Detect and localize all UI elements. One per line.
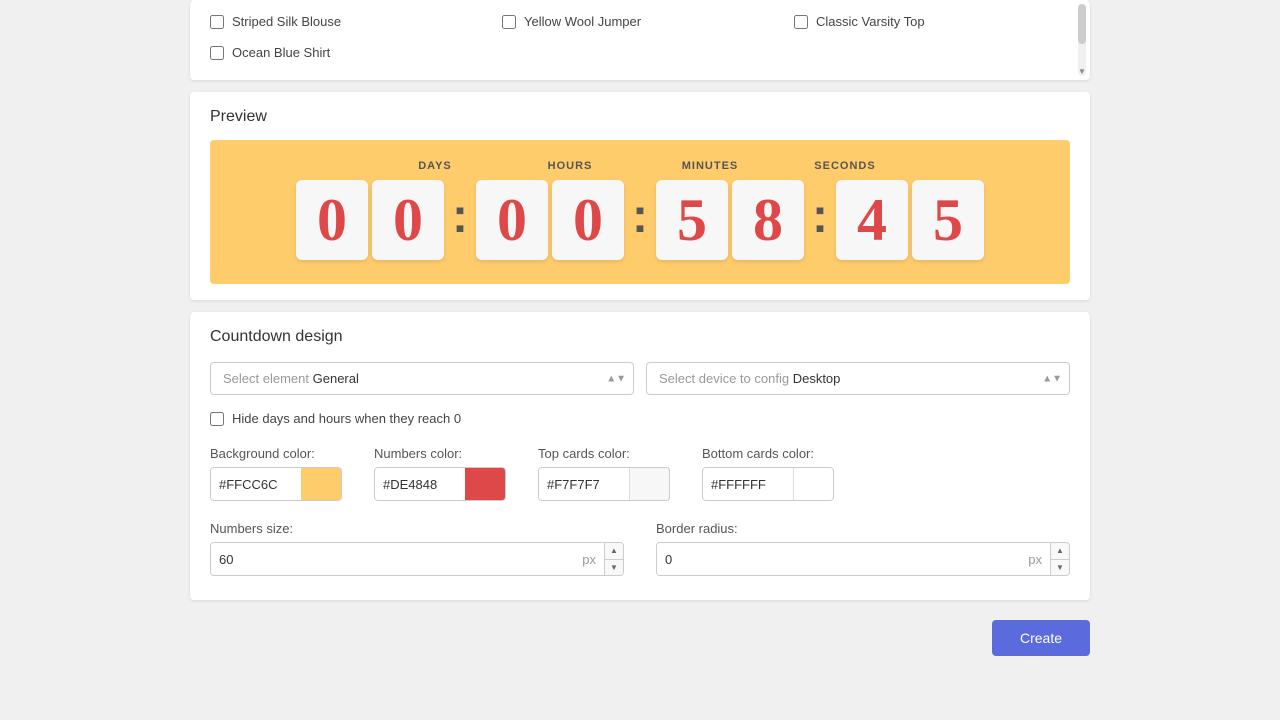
separator-hours-minutes: : [632,189,648,252]
product-checkbox-yellow-wool-jumper[interactable] [502,15,516,29]
scrollbar-thumb[interactable] [1078,4,1086,44]
top-cards-color-field: Top cards color: [538,446,670,501]
digit-days-ones: 0 [372,180,444,260]
bottom-cards-color-input[interactable] [703,468,793,500]
background-color-label: Background color: [210,446,342,461]
hide-days-row: Hide days and hours when they reach 0 [210,411,1070,426]
top-cards-color-input-group [538,467,670,501]
create-button[interactable]: Create [992,620,1090,656]
hide-days-label: Hide days and hours when they reach 0 [232,411,461,426]
numbers-size-spinners: ▲ ▼ [604,543,623,575]
border-radius-up[interactable]: ▲ [1051,543,1069,560]
numbers-size-unit: px [574,552,604,567]
seconds-label: SECONDS [790,160,900,172]
numbers-size-down[interactable]: ▼ [605,560,623,576]
scroll-arrow-down[interactable]: ▼ [1078,66,1086,76]
border-radius-down[interactable]: ▼ [1051,560,1069,576]
background-color-swatch[interactable] [301,468,341,500]
digit-minutes-ones: 8 [732,180,804,260]
numbers-color-input[interactable] [375,468,465,500]
separator-days-hours: : [452,189,468,252]
select-device-value: Desktop [793,371,841,386]
bottom-cards-color-swatch[interactable] [793,468,833,500]
selects-row: Select element General ▲▼ Select device … [210,362,1070,395]
countdown-labels: DAYS HOURS MINUTES SECONDS [240,160,1040,172]
background-color-input[interactable] [211,468,301,500]
select-element-value: General [313,371,359,386]
border-radius-label: Border radius: [656,521,1070,536]
background-color-input-group [210,467,342,501]
preview-card: Preview DAYS HOURS MINUTES SECONDS 0 0 :… [190,92,1090,300]
product-label-classic-varsity-top: Classic Varsity Top [816,14,925,29]
products-grid: Striped Silk Blouse Yellow Wool Jumper C… [210,10,1070,64]
design-card: Countdown design Select element General … [190,312,1090,600]
digit-seconds-tens: 4 [836,180,908,260]
top-cards-color-swatch[interactable] [629,468,669,500]
border-radius-field: Border radius: px ▲ ▼ [656,521,1070,576]
digit-minutes-tens: 5 [656,180,728,260]
select-element-wrapper: Select element General ▲▼ [210,362,634,395]
product-item-classic-varsity-top: Classic Varsity Top [794,10,1070,33]
border-radius-input-group: px ▲ ▼ [656,542,1070,576]
top-cards-color-input[interactable] [539,468,629,500]
preview-title: Preview [210,108,1070,126]
countdown-digits: 0 0 : 0 0 : 5 8 : 4 5 [296,180,984,260]
select-device-wrapper: Select device to config Desktop ▲▼ [646,362,1070,395]
days-label: DAYS [380,160,490,172]
select-element[interactable]: Select element General [210,362,634,395]
numbers-row: Numbers size: px ▲ ▼ Border radius: px [210,521,1070,576]
top-cards-color-label: Top cards color: [538,446,670,461]
digit-hours-tens: 0 [476,180,548,260]
digit-hours-ones: 0 [552,180,624,260]
numbers-size-field: Numbers size: px ▲ ▼ [210,521,624,576]
product-item-striped-silk-blouse: Striped Silk Blouse [210,10,486,33]
product-checkbox-striped-silk-blouse[interactable] [210,15,224,29]
colors-row: Background color: Numbers color: Top car… [210,446,1070,501]
product-item-yellow-wool-jumper: Yellow Wool Jumper [502,10,778,33]
border-radius-spinners: ▲ ▼ [1050,543,1069,575]
numbers-color-input-group [374,467,506,501]
product-item-ocean-blue-shirt: Ocean Blue Shirt [210,41,486,64]
bottom-cards-color-field: Bottom cards color: [702,446,834,501]
select-device[interactable]: Select device to config Desktop [646,362,1070,395]
countdown-container: DAYS HOURS MINUTES SECONDS 0 0 : 0 0 : 5 [210,140,1070,284]
product-label-yellow-wool-jumper: Yellow Wool Jumper [524,14,641,29]
numbers-size-input[interactable] [211,543,574,575]
product-checkbox-ocean-blue-shirt[interactable] [210,46,224,60]
design-title: Countdown design [210,328,1070,346]
border-radius-input[interactable] [657,543,1020,575]
product-label-striped-silk-blouse: Striped Silk Blouse [232,14,341,29]
digit-days-tens: 0 [296,180,368,260]
numbers-color-swatch[interactable] [465,468,505,500]
digit-seconds-ones: 5 [912,180,984,260]
background-color-field: Background color: [210,446,342,501]
hide-days-checkbox[interactable] [210,412,224,426]
product-label-ocean-blue-shirt: Ocean Blue Shirt [232,45,330,60]
numbers-color-field: Numbers color: [374,446,506,501]
numbers-size-up[interactable]: ▲ [605,543,623,560]
hours-label: HOURS [510,160,630,172]
numbers-size-input-group: px ▲ ▼ [210,542,624,576]
separator-minutes-seconds: : [812,189,828,252]
numbers-size-label: Numbers size: [210,521,624,536]
bottom-cards-color-label: Bottom cards color: [702,446,834,461]
products-card: Striped Silk Blouse Yellow Wool Jumper C… [190,0,1090,80]
border-radius-unit: px [1020,552,1050,567]
product-checkbox-classic-varsity-top[interactable] [794,15,808,29]
numbers-color-label: Numbers color: [374,446,506,461]
create-btn-row: Create [0,612,1280,672]
select-element-label: Select element [223,371,309,386]
minutes-label: MINUTES [650,160,770,172]
select-device-label: Select device to config [659,371,789,386]
bottom-cards-color-input-group [702,467,834,501]
